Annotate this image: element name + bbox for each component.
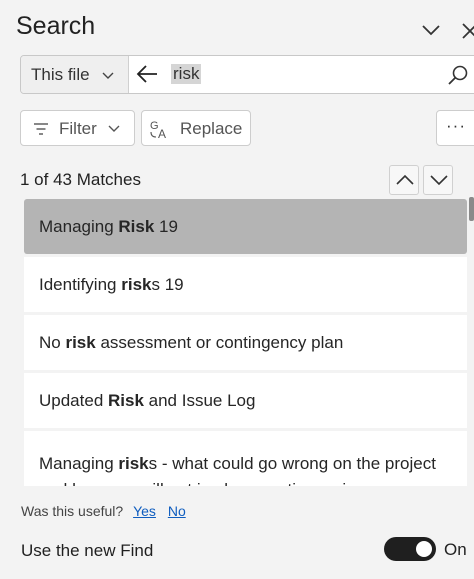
new-find-toggle[interactable] (384, 537, 436, 561)
filter-button[interactable]: Filter (20, 110, 135, 146)
new-find-label: Use the new Find (21, 541, 154, 560)
close-icon[interactable] (460, 18, 474, 42)
result-text: No risk assessment or contingency plan (39, 333, 344, 352)
next-match-button[interactable] (423, 165, 453, 195)
result-text: Managing risks - what could go wrong on … (39, 454, 436, 486)
result-text: Managing Risk 19 (39, 217, 178, 236)
pane-title: Search (16, 12, 96, 40)
search-input[interactable]: risk (171, 64, 202, 84)
results-scrollbar[interactable] (469, 197, 474, 221)
search-icon[interactable] (447, 64, 469, 86)
back-arrow-icon[interactable] (135, 63, 159, 85)
result-item[interactable]: Managing Risk 19 (24, 199, 467, 254)
feedback-prompt: Was this useful? Yes No (21, 503, 186, 519)
toggle-state-label: On (444, 540, 467, 559)
result-item[interactable]: Identifying risks 19 (24, 257, 467, 312)
replace-button[interactable]: G A Replace (141, 110, 251, 146)
more-options-label: ··· (446, 116, 466, 135)
replace-icon: G A (150, 120, 166, 140)
result-text: Identifying risks 19 (39, 275, 184, 294)
filter-icon (34, 123, 48, 135)
results-list: Managing Risk 19 Identifying risks 19 No… (24, 199, 467, 486)
replace-label: Replace (180, 119, 243, 138)
match-count: 1 of 43 Matches (20, 170, 141, 189)
scope-dropdown[interactable]: This file (21, 56, 129, 93)
result-item[interactable]: Updated Risk and Issue Log (24, 373, 467, 428)
more-options-button[interactable]: ··· (436, 110, 474, 146)
previous-match-button[interactable] (389, 165, 419, 195)
chevron-down-icon (108, 125, 120, 132)
feedback-yes-link[interactable]: Yes (133, 503, 156, 519)
collapse-pane-icon[interactable] (419, 18, 443, 42)
result-item[interactable]: Managing risks - what could go wrong on … (24, 431, 467, 486)
chevron-down-icon (430, 175, 448, 186)
result-item[interactable]: No risk assessment or contingency plan (24, 315, 467, 370)
feedback-no-link[interactable]: No (168, 503, 186, 519)
toggle-knob (416, 541, 432, 557)
search-box: This file risk (20, 55, 474, 94)
scope-label: This file (31, 65, 90, 84)
filter-label: Filter (59, 119, 97, 138)
feedback-question: Was this useful? (21, 503, 124, 519)
chevron-up-icon (396, 174, 414, 185)
chevron-down-icon (102, 72, 114, 79)
svg-text:A: A (158, 127, 166, 140)
result-text: Updated Risk and Issue Log (39, 391, 256, 410)
